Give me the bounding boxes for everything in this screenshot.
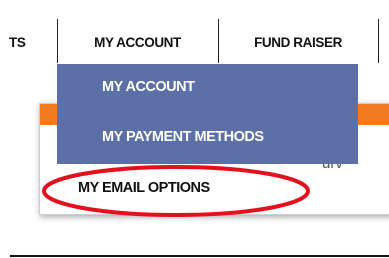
nav-item-my-account[interactable]: MY ACCOUNT [57, 0, 218, 58]
nav-item-ts[interactable]: TS [0, 0, 57, 58]
red-highlight-circle [42, 165, 310, 217]
dropdown-item-my-account[interactable]: MY ACCOUNT [57, 64, 358, 114]
nav-separator [378, 19, 379, 63]
account-dropdown-menu: MY ACCOUNT MY PAYMENT METHODS [57, 64, 358, 164]
bottom-divider [10, 255, 389, 257]
nav-item-fund-raiser[interactable]: FUND RAISER [218, 0, 378, 58]
top-nav-bar: TS MY ACCOUNT FUND RAISER [0, 0, 389, 63]
dropdown-item-my-payment-methods[interactable]: MY PAYMENT METHODS [57, 114, 358, 164]
